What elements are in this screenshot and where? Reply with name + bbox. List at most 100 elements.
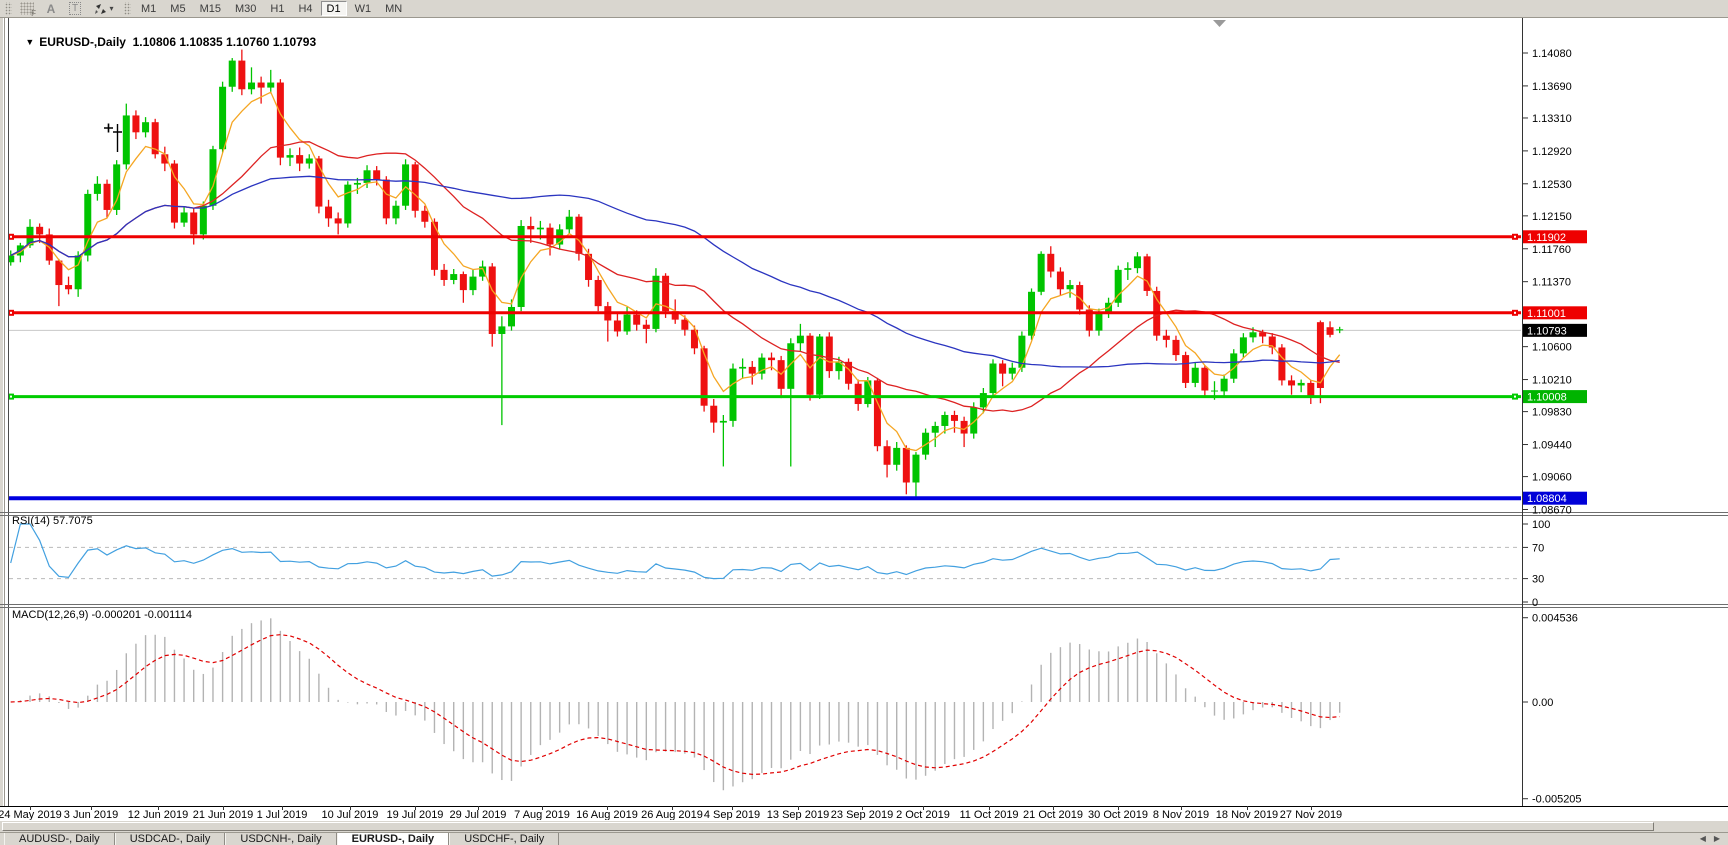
- candle: [951, 415, 958, 421]
- chart-shift-marker-icon: [1213, 20, 1226, 27]
- macd-tick-label: 0.00: [1532, 697, 1553, 709]
- candle: [1192, 368, 1199, 383]
- candle: [884, 446, 891, 465]
- macd-tick-label: 0.004536: [1532, 613, 1578, 625]
- timeframe-button-mn[interactable]: MN: [379, 1, 408, 16]
- candle: [893, 448, 900, 465]
- chart-tab-eurusd[interactable]: EURUSD-, Daily: [337, 833, 450, 845]
- price-tick-label: 1.14080: [1532, 48, 1572, 60]
- text-a-icon: A: [47, 2, 56, 16]
- candle: [267, 83, 274, 88]
- candle: [1240, 337, 1247, 353]
- price-tick-label: 1.11760: [1532, 244, 1571, 256]
- tab-scroll-left-icon[interactable]: ◀: [1700, 834, 1706, 843]
- rsi-tick-label: 100: [1532, 519, 1550, 531]
- date-axis[interactable]: 24 May 20193 Jun 201912 Jun 201921 Jun 2…: [0, 806, 1342, 821]
- price-tick-label: 1.08670: [1532, 504, 1572, 516]
- candle: [1288, 380, 1295, 385]
- candle: [720, 421, 727, 423]
- candle: [200, 206, 207, 235]
- candle: [181, 212, 188, 222]
- candle: [364, 170, 371, 183]
- candle: [190, 212, 197, 234]
- candle: [1327, 327, 1334, 335]
- timeframe-button-d1[interactable]: D1: [321, 1, 347, 16]
- chart-tab-usdcad[interactable]: USDCAD-, Daily: [115, 833, 226, 845]
- candle: [739, 367, 746, 369]
- candle: [287, 155, 294, 158]
- tab-scroll-right-icon[interactable]: ▶: [1714, 834, 1720, 843]
- price-panel[interactable]: [7, 50, 1521, 500]
- rsi-tick-label: 0: [1532, 597, 1538, 609]
- candle: [826, 337, 833, 372]
- candle: [1201, 368, 1208, 391]
- candle: [941, 415, 948, 426]
- cursor-arrows-icon: [94, 3, 108, 15]
- rsi-tick-label: 70: [1532, 542, 1544, 554]
- scrollbar-thumb[interactable]: [2, 822, 1654, 831]
- price-line-label-text: 1.10793: [1527, 325, 1567, 337]
- timeframe-button-h1[interactable]: H1: [264, 1, 290, 16]
- price-tick-label: 1.12920: [1532, 146, 1572, 158]
- candle: [383, 180, 390, 219]
- rsi-indicator-label: RSI(14) 57.7075: [12, 515, 93, 527]
- candle: [402, 164, 409, 205]
- candle: [1009, 368, 1016, 374]
- timeframe-button-m1[interactable]: M1: [135, 1, 162, 16]
- timeframe-button-h4[interactable]: H4: [292, 1, 318, 16]
- candle: [392, 206, 399, 219]
- candle: [1182, 355, 1189, 383]
- chevron-down-icon: ▾: [109, 4, 113, 13]
- candle: [566, 217, 573, 230]
- price-tick-label: 1.09440: [1532, 440, 1572, 452]
- price-tick-label: 1.09060: [1532, 472, 1572, 484]
- cursor-mode-button[interactable]: ▾: [89, 1, 119, 16]
- timeframe-button-group: M1M5M15M30H1H4D1W1MN: [134, 1, 409, 16]
- candle: [94, 184, 101, 194]
- candle: [1278, 347, 1285, 380]
- horizontal-scrollbar[interactable]: [0, 820, 1728, 832]
- chart-grid-icon[interactable]: F: [17, 1, 37, 16]
- timeframe-button-m5[interactable]: M5: [164, 1, 191, 16]
- candle: [999, 364, 1006, 374]
- chart-tab-usdcnh[interactable]: USDCNH-, Daily: [225, 833, 336, 845]
- line-endpoint-handle-center: [1514, 236, 1516, 238]
- chart-tab-usdchf[interactable]: USDCHF-, Daily: [449, 833, 559, 845]
- candle: [421, 211, 428, 222]
- macd-panel[interactable]: [11, 618, 1340, 790]
- candle: [229, 61, 236, 87]
- chart-object-cross: [113, 124, 122, 152]
- candle: [325, 207, 332, 219]
- timeframe-button-m30[interactable]: M30: [229, 1, 262, 16]
- candle: [1221, 379, 1228, 392]
- insert-label-button[interactable]: T: [65, 1, 85, 16]
- chart-dropdown-icon[interactable]: ▼: [25, 37, 34, 47]
- chart-object-cross: [104, 124, 113, 133]
- candle: [595, 280, 602, 306]
- candle: [460, 274, 467, 290]
- price-axis[interactable]: 1.140801.136901.133101.129201.125301.121…: [1523, 48, 1587, 806]
- line-endpoint-handle-center: [10, 236, 12, 238]
- rsi-line: [11, 524, 1340, 579]
- candle: [614, 320, 621, 331]
- rsi-panel[interactable]: [9, 524, 1521, 579]
- candle: [248, 83, 255, 90]
- chart-canvas[interactable]: 1.140801.136901.133101.129201.125301.121…: [0, 18, 1728, 822]
- window-left-edge: [0, 18, 3, 806]
- timeframe-button-m15[interactable]: M15: [194, 1, 227, 16]
- insert-text-button[interactable]: A: [41, 1, 61, 16]
- price-line-label-text: 1.08804: [1527, 493, 1567, 505]
- chart-tab-audusd[interactable]: AUDUSD-, Daily: [4, 833, 115, 845]
- price-tick-label: 1.12530: [1532, 179, 1572, 191]
- candle: [855, 384, 862, 404]
- candle: [1163, 336, 1170, 340]
- candle: [132, 115, 139, 132]
- candle: [633, 315, 640, 325]
- toolbar-drag-handle[interactable]: [5, 2, 12, 15]
- price-tick-label: 1.12150: [1532, 211, 1572, 223]
- candle: [65, 285, 72, 289]
- price-tick-label: 1.13690: [1532, 81, 1572, 93]
- chart-tab-bar: AUDUSD-, DailyUSDCAD-, DailyUSDCNH-, Dai…: [0, 832, 1728, 845]
- timeframe-button-w1[interactable]: W1: [349, 1, 378, 16]
- candle: [652, 276, 659, 329]
